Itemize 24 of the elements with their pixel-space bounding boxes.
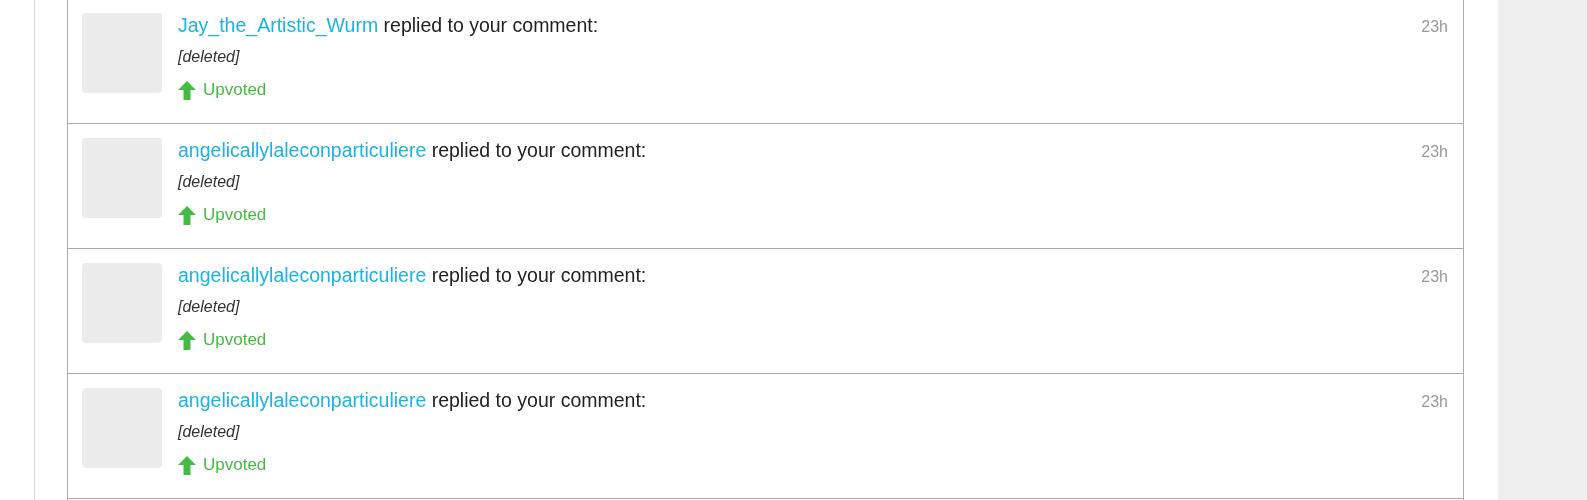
upvoted-label: Upvoted (203, 455, 267, 475)
notification-text: replied to your comment: (431, 264, 647, 286)
timestamp: 23h (1421, 18, 1448, 36)
timestamp: 23h (1421, 268, 1448, 286)
notification-text: replied to your comment: (383, 14, 599, 36)
notification-text: replied to your comment: (431, 139, 647, 161)
username-link[interactable]: Jay_the_Artistic_Wurm (178, 14, 379, 36)
username-link[interactable]: angelicallylaleconparticuliere (178, 264, 427, 286)
timestamp: 23h (1421, 393, 1448, 411)
username-link[interactable]: angelicallylaleconparticuliere (178, 389, 427, 411)
comment-text: [deleted] (178, 173, 241, 191)
upvoted-label: Upvoted (203, 205, 267, 225)
comment-text: [deleted] (178, 48, 241, 66)
upvoted-label: Upvoted (203, 330, 267, 350)
comment-text: [deleted] (178, 298, 241, 316)
up-arrow-icon (178, 455, 196, 475)
upvoted-label: Upvoted (203, 80, 267, 100)
up-arrow-icon (178, 330, 196, 350)
up-arrow-icon (178, 80, 196, 100)
notification-text: replied to your comment: (431, 389, 647, 411)
up-arrow-icon (178, 205, 196, 225)
timestamp: 23h (1421, 143, 1448, 161)
comment-text: [deleted] (178, 423, 241, 441)
username-link[interactable]: angelicallylaleconparticuliere (178, 139, 427, 161)
